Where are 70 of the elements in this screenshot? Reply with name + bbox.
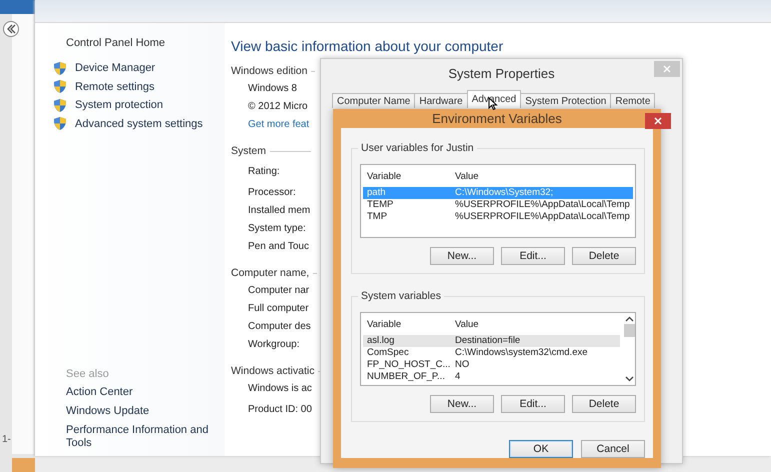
section-heading: Computer name, <box>231 267 310 279</box>
shield-icon <box>53 98 67 113</box>
info-label: Installed mem <box>248 204 310 218</box>
list-row[interactable]: NUMBER_OF_P... 4 <box>363 371 620 383</box>
dialog-button[interactable]: New... <box>430 247 494 265</box>
shield-icon <box>53 116 67 132</box>
chevron-up-icon <box>624 316 634 322</box>
dialog-button[interactable]: Edit... <box>501 395 565 413</box>
info-label: System type: <box>248 222 306 236</box>
see-also-heading: See also <box>66 368 110 380</box>
list-row[interactable]: TEMP %USERPROFILE%\AppData\Local\Temp <box>363 199 633 211</box>
dialog-button[interactable]: Cancel <box>581 440 645 458</box>
dialog-title: System Properties <box>448 66 555 80</box>
dialog-button[interactable]: New... <box>430 395 494 413</box>
column-header[interactable]: Variable <box>367 169 455 187</box>
dialog-button[interactable]: OK <box>509 440 573 458</box>
close-icon <box>654 117 662 125</box>
sidebar-link[interactable]: Advanced system settings <box>75 118 203 130</box>
dialog-button[interactable]: Delete <box>572 247 636 265</box>
variable-list[interactable]: Variable Value asl.log Destination=file ComSpec C:\Windows\system32\cmd.exe FP_NO_HOST_C... NO NUMBER_OF_P... 4 <box>360 312 636 386</box>
close-icon <box>663 65 671 73</box>
window-fragment-text: 1- <box>2 434 11 445</box>
sidebar-link[interactable]: Windows Update <box>66 405 225 418</box>
group-caption: System variables <box>358 290 444 302</box>
sidebar-link[interactable]: Action Center <box>66 386 225 399</box>
column-header[interactable]: Value <box>455 317 620 335</box>
info-label: Windows is ac <box>248 382 312 396</box>
info-label: Pen and Touc <box>248 240 309 254</box>
column-header[interactable]: Variable <box>367 317 455 335</box>
tab[interactable]: Computer Name <box>332 93 416 108</box>
tab[interactable]: System Protection <box>520 93 612 108</box>
taskbar-item[interactable] <box>12 458 35 472</box>
chevron-down-icon <box>624 376 634 382</box>
group-caption: User variables for Justin <box>358 142 477 154</box>
list-row[interactable]: FP_NO_HOST_C... NO <box>363 359 620 371</box>
close-button[interactable] <box>645 113 671 129</box>
address-bar[interactable] <box>35 0 771 23</box>
info-label: Computer des <box>248 320 311 334</box>
list-row[interactable]: TMP %USERPROFILE%\AppData\Local\Temp <box>363 211 633 223</box>
variable-list[interactable]: Variable Value path C:\Windows\System32; TEMP %USERPROFILE%\AppData\Local\Temp TMP %USERPROFILE%\AppData\Local\Temp <box>360 164 636 238</box>
info-label: Computer nar <box>248 284 310 298</box>
list-row[interactable]: ComSpec C:\Windows\system32\cmd.exe <box>363 347 620 359</box>
info-label: Windows 8 <box>248 82 297 96</box>
sidebar-link[interactable]: Device Manager <box>75 62 156 74</box>
sidebar-link[interactable]: Performance Information and Tools <box>66 424 225 450</box>
info-label: Product ID: 00 <box>248 403 312 417</box>
info-label: Rating: <box>248 165 280 179</box>
sidebar-link[interactable]: Remote settings <box>75 80 154 93</box>
info-label: Processor: <box>248 186 296 200</box>
list-row[interactable]: asl.log Destination=file <box>363 335 620 347</box>
info-label: Full computer <box>248 302 309 316</box>
dialog-title: Environment Variables <box>432 111 562 126</box>
shield-icon <box>53 79 67 94</box>
info-link[interactable]: Get more feat <box>248 116 310 134</box>
info-label: © 2012 Micro <box>248 100 308 114</box>
dialog-button[interactable]: Delete <box>572 395 636 413</box>
title-bar <box>0 0 35 14</box>
section-heading: Windows activatic <box>231 365 314 377</box>
sidebar-link[interactable]: System protection <box>75 99 164 112</box>
scrollbar-thumb[interactable] <box>624 324 634 337</box>
column-header[interactable]: Value <box>455 169 633 187</box>
section-heading: Windows edition <box>231 65 308 77</box>
sidebar-link[interactable]: Control Panel Home <box>66 37 225 49</box>
page-title: View basic information about your computer <box>231 38 504 54</box>
section-heading: System <box>231 145 266 157</box>
dialog-button[interactable]: Edit... <box>501 247 565 265</box>
info-label: Workgroup: <box>248 338 300 352</box>
back-icon <box>3 21 19 37</box>
tab[interactable]: Remote <box>610 93 656 108</box>
shield-icon <box>53 60 67 76</box>
